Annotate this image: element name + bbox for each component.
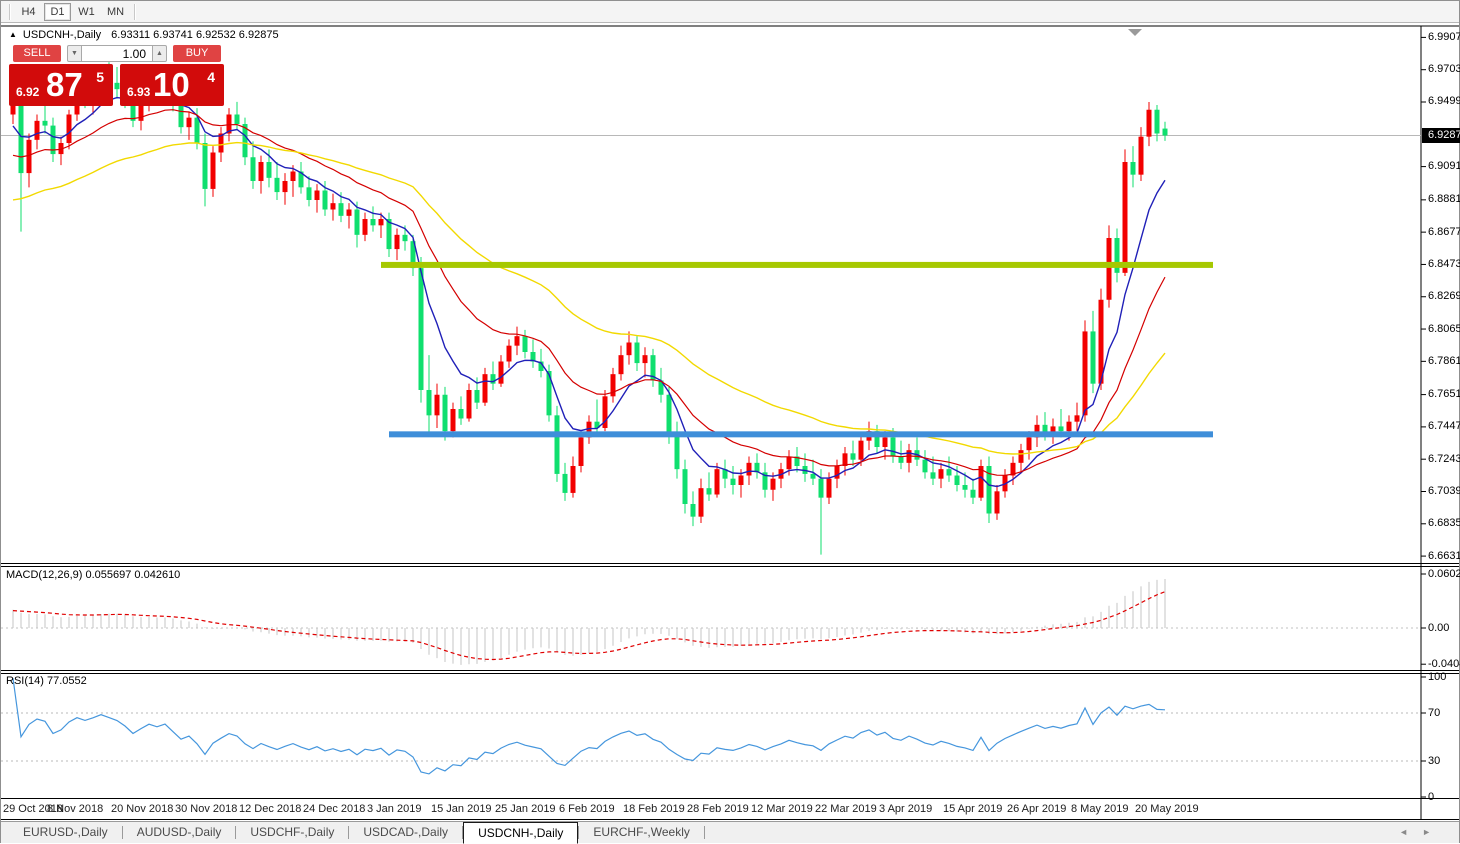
buy-price-box[interactable]: 6.93 10 4	[120, 64, 224, 106]
volume-input[interactable]	[82, 45, 152, 62]
sell-price-pip: 5	[96, 69, 104, 85]
buy-price-pip: 4	[207, 69, 215, 85]
price-axis-tick: 6.86770	[1428, 225, 1460, 238]
chart-tab-eurusddaily[interactable]: EURUSD-,Daily	[9, 822, 122, 843]
date-axis-label: 6 Feb 2019	[559, 803, 615, 815]
rsi-axis-tick: 100	[1428, 670, 1447, 683]
timeframe-toolbar: H4 D1 W1 MN	[1, 1, 1459, 23]
buy-price-prefix: 6.93	[127, 85, 151, 99]
timeframe-button-h4[interactable]: H4	[15, 3, 42, 21]
volume-increase-button[interactable]: ▲	[152, 45, 167, 62]
chart-tab-usdchfdaily[interactable]: USDCHF-,Daily	[236, 822, 348, 843]
one-click-trading-panel: SELL ▼ ▲ BUY 6.92 87 5 6.93 10 4	[9, 45, 225, 107]
price-axis-tick: 6.99070	[1428, 30, 1460, 43]
price-axis-tick: 6.97030	[1428, 63, 1460, 76]
chart-canvas[interactable]	[1, 23, 1459, 821]
date-axis-label: 22 Mar 2019	[815, 803, 877, 815]
chart-tab-usdcaddaily[interactable]: USDCAD-,Daily	[349, 822, 462, 843]
one-click-collapse-icon[interactable]: ▲	[9, 30, 17, 39]
price-axis-tick: 6.80650	[1428, 322, 1460, 335]
date-axis-label: 12 Mar 2019	[751, 803, 813, 815]
macd-axis-tick: 0.060274	[1428, 567, 1460, 580]
timeframe-button-w1[interactable]: W1	[73, 3, 100, 21]
date-axis-label: 20 Nov 2018	[111, 803, 174, 815]
price-axis-tick: 6.72430	[1428, 452, 1460, 465]
tab-scroll-left-icon: ◄	[1399, 827, 1423, 837]
macd-axis-tick: 0.00	[1428, 621, 1450, 634]
date-axis-label: 3 Apr 2019	[879, 803, 933, 815]
price-axis-tick: 6.68350	[1428, 517, 1460, 530]
price-axis-tick: 6.82690	[1428, 290, 1460, 303]
tab-scroll-right-icon: ►	[1422, 827, 1445, 837]
sell-price-main: 87	[46, 66, 83, 103]
rsi-axis-tick: 70	[1428, 706, 1441, 719]
timeframe-button-mn[interactable]: MN	[102, 3, 129, 21]
buy-price-main: 10	[153, 66, 190, 103]
date-axis-label: 28 Feb 2019	[687, 803, 749, 815]
chart-tab-usdcnhdaily[interactable]: USDCNH-,Daily	[463, 822, 579, 844]
date-axis-label: 15 Apr 2019	[943, 803, 1003, 815]
rsi-axis-tick: 0	[1428, 790, 1435, 803]
date-axis-label: 30 Nov 2018	[175, 803, 238, 815]
price-axis-tick: 6.70390	[1428, 484, 1460, 497]
date-axis-label: 12 Dec 2018	[239, 803, 302, 815]
price-axis-tick: 6.94990	[1428, 95, 1460, 108]
date-axis-label: 15 Jan 2019	[431, 803, 492, 815]
toolbar-divider	[9, 3, 10, 20]
macd-indicator-label: MACD(12,26,9) 0.055697 0.042610	[6, 569, 181, 581]
date-axis-label: 20 May 2019	[1135, 803, 1199, 815]
tab-scroll-arrows[interactable]: ◄►	[1399, 827, 1445, 837]
price-axis-tick: 6.78610	[1428, 354, 1460, 367]
chart-area: ▲ USDCNH-,Daily 6.93311 6.93741 6.92532 6.…	[1, 23, 1460, 821]
date-axis-label: 8 May 2019	[1071, 803, 1129, 815]
ohlc-values: 6.93311 6.93741 6.92532 6.92875	[111, 29, 279, 41]
price-axis-tick: 6.84730	[1428, 257, 1460, 270]
date-axis-label: 26 Apr 2019	[1007, 803, 1067, 815]
price-axis-tick: 6.76510	[1428, 388, 1460, 401]
volume-decrease-button[interactable]: ▼	[67, 45, 82, 62]
chart-title: ▲ USDCNH-,Daily 6.93311 6.93741 6.92532 6.…	[9, 29, 279, 41]
rsi-indicator-label: RSI(14) 77.0552	[6, 675, 87, 687]
current-price-label: 6.92875	[1422, 127, 1460, 143]
timeframe-button-d1[interactable]: D1	[44, 2, 71, 21]
date-axis-label: 24 Dec 2018	[303, 803, 366, 815]
sell-price-prefix: 6.92	[16, 85, 40, 99]
rsi-axis-tick: 30	[1428, 754, 1441, 767]
date-axis-label: 8 Nov 2018	[47, 803, 104, 815]
terminal-window: H4 D1 W1 MN ▲ USDCNH-,Daily 6.93311 6.93741 6…	[0, 0, 1460, 844]
price-axis-tick: 6.74470	[1428, 420, 1460, 433]
chart-tab-audusddaily[interactable]: AUDUSD-,Daily	[123, 822, 236, 843]
tab-divider	[703, 826, 705, 839]
price-axis-tick: 6.88810	[1428, 193, 1460, 206]
price-axis-tick: 6.90910	[1428, 160, 1460, 173]
buy-button[interactable]: BUY	[173, 45, 221, 62]
chart-tab-eurchfweekly[interactable]: EURCHF-,Weekly	[579, 822, 703, 843]
toolbar-divider	[134, 3, 135, 20]
macd-axis-tick: -0.040412	[1428, 657, 1460, 670]
date-axis-label: 18 Feb 2019	[623, 803, 685, 815]
sell-button[interactable]: SELL	[13, 45, 61, 62]
sell-price-box[interactable]: 6.92 87 5	[9, 64, 113, 106]
date-axis-label: 3 Jan 2019	[367, 803, 422, 815]
date-axis-label: 25 Jan 2019	[495, 803, 556, 815]
symbol-period-label: USDCNH-,Daily	[22, 29, 102, 41]
price-axis-tick: 6.66310	[1428, 549, 1460, 562]
chart-tab-bar: EURUSD-,Daily AUDUSD-,Daily USDCHF-,Daily U…	[1, 821, 1459, 844]
